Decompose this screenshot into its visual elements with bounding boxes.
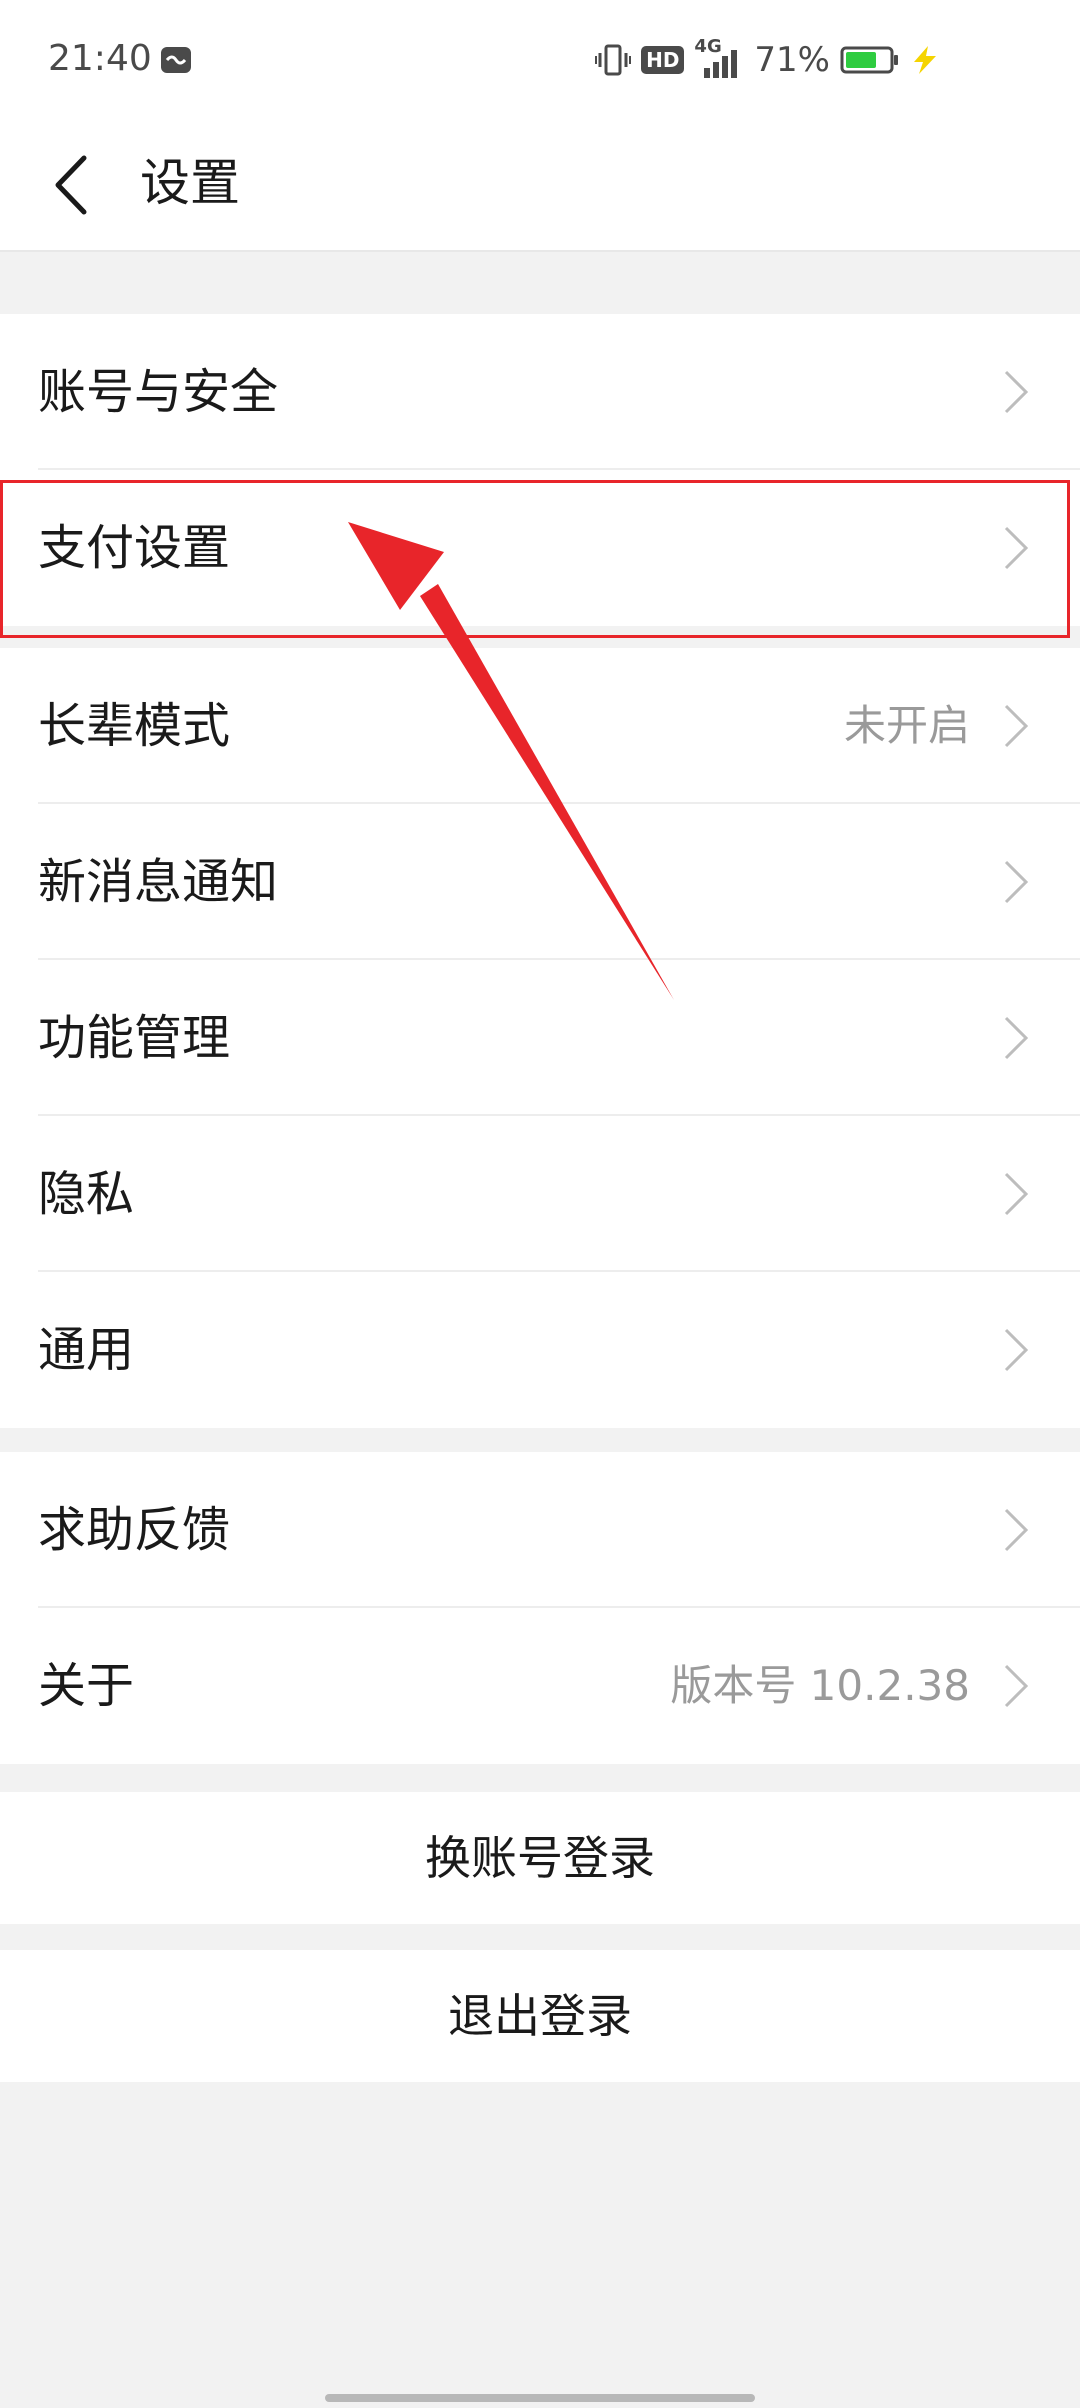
settings-item-help-feedback[interactable]: 求助反馈 (0, 1452, 1080, 1608)
chevron-right-icon (1004, 1172, 1029, 1216)
chevron-right-icon (1004, 1328, 1029, 1372)
status-bar: 21:40 HD 4G 71% (0, 0, 1080, 120)
settings-item-label: 关于 (38, 1658, 135, 1714)
page-title: 设置 (140, 154, 240, 212)
settings-item-account-security[interactable]: 账号与安全 (0, 314, 1080, 470)
settings-item-elder-mode[interactable]: 长辈模式 未开启 (0, 648, 1080, 804)
settings-item-label: 功能管理 (38, 1010, 231, 1066)
settings-item-label: 新消息通知 (38, 854, 279, 910)
chevron-right-icon (1004, 860, 1029, 904)
notification-app-icon (161, 47, 191, 73)
settings-item-privacy[interactable]: 隐私 (0, 1116, 1080, 1272)
settings-item-feature-management[interactable]: 功能管理 (0, 960, 1080, 1116)
settings-item-label: 通用 (38, 1322, 135, 1378)
chevron-right-icon (1004, 1664, 1029, 1708)
settings-item-label: 长辈模式 (38, 698, 231, 754)
charging-icon (914, 46, 936, 74)
hd-badge: HD (641, 46, 685, 74)
vibrate-icon (595, 44, 632, 76)
status-time: 21:40 (48, 38, 152, 79)
settings-item-about[interactable]: 关于 版本号 10.2.38 (0, 1608, 1080, 1764)
settings-item-label: 求助反馈 (38, 1502, 231, 1558)
chevron-right-icon (1004, 1508, 1029, 1552)
logout-label: 退出登录 (448, 1989, 632, 2043)
chevron-right-icon (1004, 704, 1029, 748)
chevron-left-icon[interactable] (44, 150, 104, 220)
chevron-right-icon (1004, 370, 1029, 414)
settings-group-2: 长辈模式 未开启 新消息通知 功能管理 隐私 通用 (0, 648, 1080, 1428)
settings-item-value: 版本号 10.2.38 (670, 1661, 970, 1710)
settings-item-payment-settings[interactable]: 支付设置 (0, 470, 1080, 626)
switch-account-label: 换账号登录 (425, 1831, 655, 1885)
signal-bars-icon (704, 50, 738, 78)
settings-item-label: 隐私 (38, 1166, 135, 1222)
settings-group-3: 求助反馈 关于 版本号 10.2.38 (0, 1452, 1080, 1764)
chevron-right-icon (1004, 1016, 1029, 1060)
battery-icon (840, 46, 898, 74)
status-indicators: HD 4G 71% (595, 36, 940, 82)
switch-account-button[interactable]: 换账号登录 (0, 1792, 1080, 1924)
settings-item-value: 未开启 (843, 701, 970, 750)
settings-item-general[interactable]: 通用 (0, 1272, 1080, 1428)
logout-button[interactable]: 退出登录 (0, 1950, 1080, 2082)
settings-item-label: 支付设置 (38, 520, 231, 576)
settings-item-label: 账号与安全 (38, 364, 279, 420)
settings-item-new-message-notification[interactable]: 新消息通知 (0, 804, 1080, 960)
battery-percent: 71% (754, 40, 830, 80)
home-indicator (325, 2394, 755, 2402)
settings-group-1: 账号与安全 支付设置 (0, 314, 1080, 626)
nav-bar: 设置 (0, 120, 1080, 252)
chevron-right-icon (1004, 526, 1029, 570)
signal-indicator: 4G (694, 36, 744, 80)
